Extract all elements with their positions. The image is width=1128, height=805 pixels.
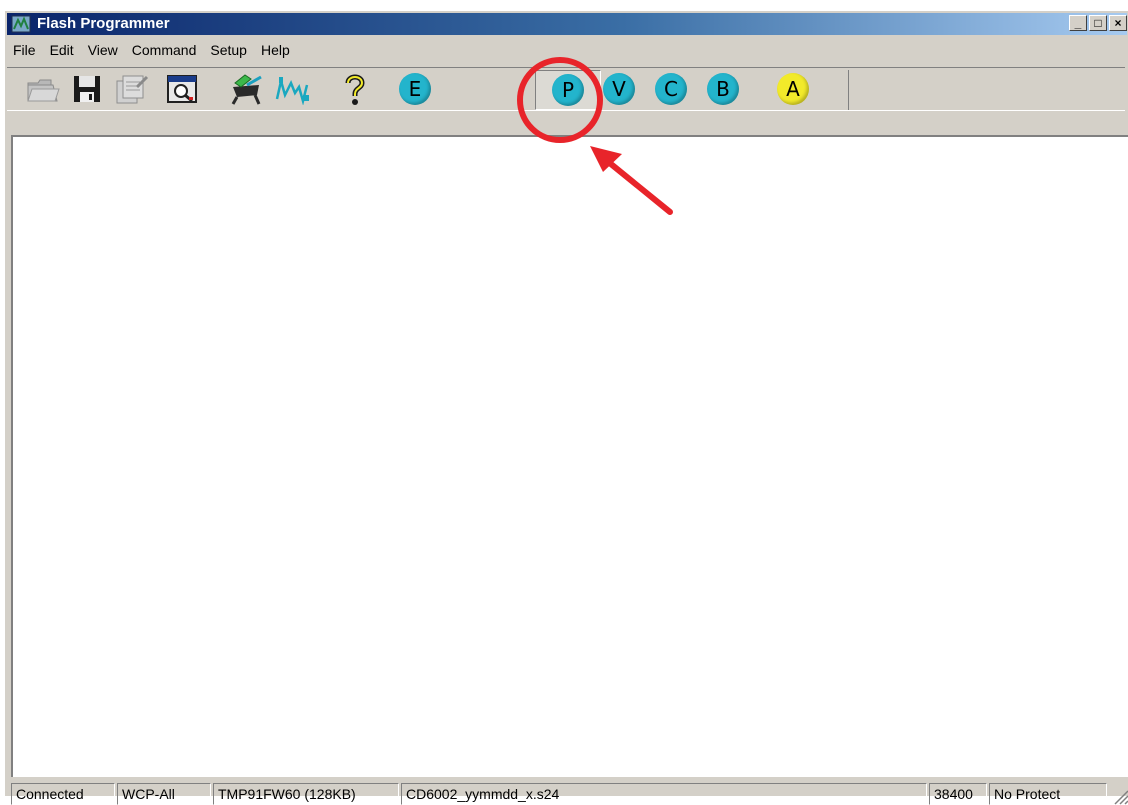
title-bar[interactable]: Flash Programmer _ □ × [7,13,1127,35]
menu-file[interactable]: File [7,39,44,61]
device-select-button[interactable] [227,72,267,106]
menu-help[interactable]: Help [255,39,298,61]
auto-circle: A [777,73,809,105]
view-buffer-icon [167,75,197,103]
resize-grip-icon[interactable] [1109,783,1128,805]
compare-circle: C [655,73,687,105]
menu-view[interactable]: View [82,39,126,61]
program-circle: P [552,74,584,106]
status-file: CD6002_yymmdd_x.s24 [401,783,927,805]
status-protect: No Protect [989,783,1107,805]
waveform-icon [275,77,309,105]
help-icon [345,74,365,105]
maximize-button[interactable]: □ [1089,15,1107,31]
window-title: Flash Programmer [37,15,170,32]
menu-setup[interactable]: Setup [204,39,255,61]
verify-circle: V [603,73,635,105]
menu-command[interactable]: Command [126,39,205,61]
save-button[interactable] [67,72,107,106]
compare-button[interactable]: C [651,72,691,106]
status-connection: Connected [11,783,115,805]
app-icon [11,15,31,33]
status-device: TMP91FW60 (128KB) [213,783,399,805]
properties-button[interactable] [111,72,151,106]
view-buffer-button[interactable] [163,72,203,106]
close-button[interactable]: × [1109,15,1127,31]
device-select-icon [231,74,262,105]
output-area[interactable] [11,135,1128,777]
status-bar: Connected WCP-All TMP91FW60 (128KB) CD60… [11,783,1128,805]
erase-circle: E [399,73,431,105]
minimize-button[interactable]: _ [1069,15,1087,31]
open-folder-icon [27,79,60,102]
auto-button[interactable]: A [773,72,813,106]
verify-button[interactable]: V [599,72,639,106]
menu-edit[interactable]: Edit [44,39,82,61]
menu-bar: File Edit View Command Setup Help [7,39,298,61]
waveform-button[interactable] [273,72,313,106]
status-mode: WCP-All [117,783,211,805]
open-button[interactable] [23,72,63,106]
status-baud: 38400 [929,783,987,805]
blank-check-button[interactable]: B [703,72,743,106]
program-button[interactable]: P [535,70,601,110]
save-disk-icon [74,76,100,102]
toolbar-buttons: E P V C B A [17,70,849,110]
erase-button[interactable]: E [395,72,435,106]
blank-check-circle: B [707,73,739,105]
properties-icon [116,75,149,104]
app-window: Flash Programmer _ □ × File Edit View Co… [4,10,1128,805]
toolbar: E P V C B A [7,67,1125,111]
help-button[interactable] [335,72,375,106]
